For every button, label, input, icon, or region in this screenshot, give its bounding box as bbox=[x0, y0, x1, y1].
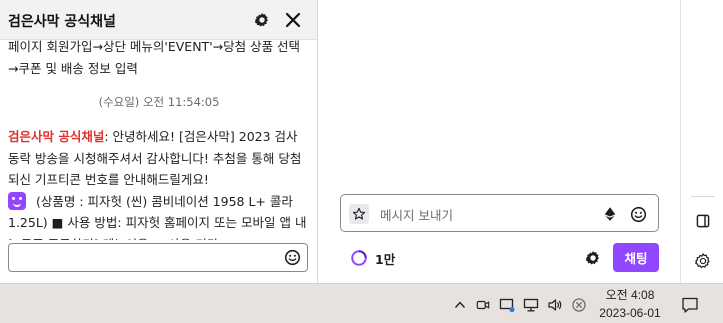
chat-message: 페이지 회원가입→상단 메뉴의'EVENT'→당첨 상품 선택→쿠폰 및 배송 … bbox=[8, 40, 301, 76]
channel-points-button[interactable]: 1만 bbox=[350, 247, 395, 269]
popup-header: 검은사막 공식채널 bbox=[0, 0, 317, 40]
popup-chat-input[interactable] bbox=[8, 243, 308, 272]
chat-message: 검은사막 공식채널: 안녕하세요! [검은사막] 2023 검사동락 방송을 시… bbox=[8, 126, 308, 240]
gear-icon bbox=[585, 250, 599, 265]
channel-points-icon bbox=[351, 250, 367, 266]
popup-settings-button[interactable] bbox=[252, 10, 272, 30]
panel-toggle-icon bbox=[696, 214, 710, 228]
smiley-icon bbox=[284, 249, 301, 266]
divider bbox=[691, 196, 715, 197]
smiley-icon bbox=[630, 206, 646, 222]
message-text: (상품명 : 피자헛 (씬) 콤비네이션 1958 L+ 콜라 1.25L) ■… bbox=[8, 193, 307, 241]
send-chat-button[interactable]: 채팅 bbox=[613, 243, 659, 272]
emote-picker-button[interactable] bbox=[628, 204, 648, 224]
close-icon bbox=[285, 12, 301, 28]
bits-button[interactable] bbox=[600, 204, 620, 224]
tray-overflow-button[interactable] bbox=[451, 296, 469, 314]
notification-icon bbox=[682, 297, 698, 313]
app-root: 검은사막 공식채널 페이지 회원가입→상단 메뉴의'EVENT'→당첨 상품 선… bbox=[0, 0, 723, 323]
network-icon bbox=[523, 298, 539, 312]
notification-center-button[interactable] bbox=[679, 294, 701, 316]
camera-icon bbox=[476, 300, 490, 310]
chat-input-placeholder: 메시지 보내기 bbox=[380, 208, 453, 223]
collapse-panel-button[interactable] bbox=[690, 208, 716, 234]
chat-settings-button[interactable] bbox=[583, 248, 603, 268]
popup-chat-window: 검은사막 공식채널 페이지 회원가입→상단 메뉴의'EVENT'→당첨 상품 선… bbox=[0, 0, 318, 283]
channel-points-count: 1만 bbox=[375, 251, 396, 267]
emoji-button[interactable] bbox=[284, 249, 301, 270]
tray-camera-button[interactable] bbox=[474, 296, 492, 314]
tray-display-button[interactable] bbox=[498, 296, 516, 314]
popup-close-button[interactable] bbox=[283, 10, 303, 30]
chat-message-list: 페이지 회원가입→상단 메뉴의'EVENT'→당첨 상품 선택→쿠폰 및 배송 … bbox=[0, 40, 317, 240]
star-icon bbox=[352, 207, 366, 220]
message-sender[interactable]: 검은사막 공식채널 bbox=[8, 129, 104, 144]
tray-volume-button[interactable] bbox=[546, 296, 564, 314]
rail-settings-button[interactable] bbox=[690, 248, 716, 274]
blocked-status-icon bbox=[572, 298, 586, 312]
message-timestamp: (수요일) 오전 11:54:05 bbox=[98, 95, 220, 109]
taskbar: 오전 4:08 2023-06-01 bbox=[0, 283, 723, 323]
popup-title: 검은사막 공식채널 bbox=[8, 14, 116, 30]
emote-icon bbox=[8, 191, 26, 210]
gear-icon bbox=[695, 253, 710, 269]
gear-icon bbox=[254, 12, 268, 27]
tray-network-button[interactable] bbox=[522, 296, 540, 314]
clock-time: 오전 4:08 bbox=[605, 288, 655, 302]
highlight-button[interactable] bbox=[349, 204, 369, 224]
tray-status-button[interactable] bbox=[570, 296, 588, 314]
taskbar-clock[interactable]: 오전 4:08 2023-06-01 bbox=[594, 286, 666, 322]
volume-icon bbox=[548, 299, 562, 311]
clock-date: 2023-06-01 bbox=[599, 306, 661, 320]
right-rail bbox=[680, 0, 723, 283]
chevron-up-icon bbox=[454, 301, 466, 308]
chat-input[interactable]: 메시지 보내기 bbox=[340, 194, 659, 232]
bits-icon bbox=[604, 207, 616, 221]
display-share-icon bbox=[499, 298, 515, 313]
